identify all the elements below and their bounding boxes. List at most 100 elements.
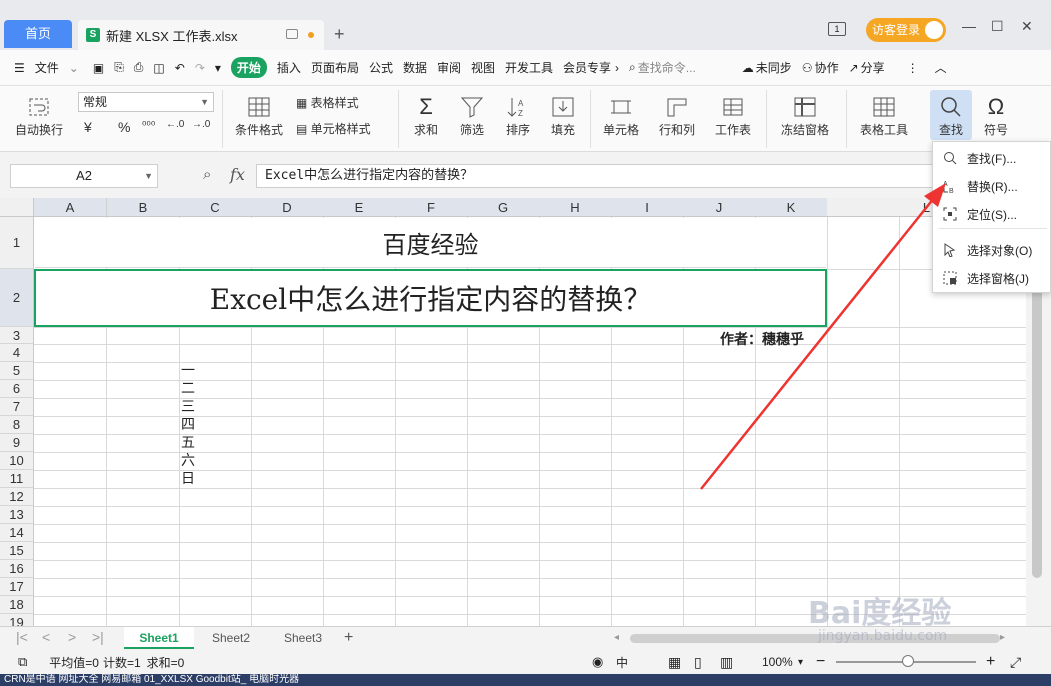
row-header-12[interactable]: 12 (0, 488, 34, 506)
row-header-16[interactable]: 16 (0, 560, 34, 578)
column-header-h[interactable]: H (539, 198, 612, 217)
next-sheet-icon[interactable]: > (68, 629, 76, 645)
row-header-4[interactable]: 4 (0, 344, 34, 362)
menu-item-locate[interactable]: 定位(S)... (933, 200, 1051, 228)
menu-item-find[interactable]: 查找(F)... (933, 144, 1051, 172)
add-sheet-button[interactable]: + (344, 629, 353, 647)
row-header-11[interactable]: 11 (0, 470, 34, 488)
function-icon[interactable]: fx (230, 165, 245, 184)
zoom-chevron-icon[interactable]: ▾ (798, 657, 803, 668)
zoom-out-button[interactable]: − (816, 653, 825, 671)
minimize-button[interactable]: — (962, 18, 976, 34)
row-header-7[interactable]: 7 (0, 398, 34, 416)
menu-file[interactable]: 文件 (35, 59, 59, 76)
command-search-input[interactable]: 查找命令... (638, 59, 728, 76)
input-mode[interactable]: 中 (616, 654, 628, 671)
wrap-text-button[interactable]: 自动换行 (10, 96, 68, 138)
page-layout-view-icon[interactable]: ▯ (694, 654, 702, 671)
sheet-tab-2[interactable]: Sheet2 (198, 627, 264, 649)
row-header-2[interactable]: 2 (0, 269, 34, 327)
redo-icon[interactable]: ↷ (195, 61, 205, 75)
cell-c9[interactable]: 五 (181, 434, 195, 452)
row-header-17[interactable]: 17 (0, 578, 34, 596)
scroll-right-icon[interactable]: ▸ (1000, 632, 1005, 643)
column-header-e[interactable]: E (323, 198, 396, 217)
tab-home[interactable]: 首页 (4, 20, 72, 48)
chevron-down-icon[interactable]: ⌄ (69, 61, 79, 75)
sum-button[interactable]: Σ 求和 (408, 96, 444, 138)
menu-item-select-pane[interactable]: 选择窗格(J) (933, 264, 1051, 292)
close-button[interactable]: ✕ (1021, 18, 1033, 35)
preview-icon[interactable]: ◫ (153, 61, 164, 75)
cell-c5[interactable]: 一 (181, 362, 195, 380)
row-header-18[interactable]: 18 (0, 596, 34, 614)
symbol-button[interactable]: Ω 符号 (978, 96, 1014, 138)
column-header-j[interactable]: J (683, 198, 756, 217)
cell-c11[interactable]: 日 (181, 470, 195, 488)
menu-formula[interactable]: 公式 (369, 59, 393, 76)
column-header-d[interactable]: D (251, 198, 324, 217)
menu-item-select-object[interactable]: 选择对象(O) (933, 236, 1051, 264)
column-header-c[interactable]: C (179, 198, 252, 217)
column-header-i[interactable]: I (611, 198, 684, 217)
window-count-icon[interactable]: 1 (828, 22, 846, 36)
cell-author[interactable]: 作者：穗穗乎 (720, 329, 826, 349)
zoom-in-button[interactable]: + (986, 653, 995, 671)
percent-button[interactable]: % (118, 119, 130, 135)
menu-start[interactable]: 开始 (230, 57, 267, 78)
collapse-ribbon-icon[interactable]: ︿ (935, 59, 947, 76)
undo-icon[interactable]: ↶ (175, 61, 185, 75)
sheet-tab-3[interactable]: Sheet3 (270, 627, 336, 649)
print-icon[interactable]: ⎙ (134, 60, 144, 75)
cell-a2-question[interactable]: Excel中怎么进行指定内容的替换？ (34, 269, 827, 327)
row-header-1[interactable]: 1 (0, 217, 34, 269)
menu-item-replace[interactable]: AB 替换(R)... (933, 172, 1051, 200)
last-sheet-icon[interactable]: >| (92, 629, 104, 645)
row-header-14[interactable]: 14 (0, 524, 34, 542)
menu-member[interactable]: 会员专享 (563, 59, 611, 76)
spreadsheet-grid[interactable]: A B C D E F G H I J K L 1 2 3 4 5 6 7 8 9 10 11 12 13 14 15 16 17 18 1… (0, 198, 1026, 626)
export-icon[interactable]: ⎘ (114, 60, 124, 75)
formula-input[interactable]: Excel中怎么进行指定内容的替换？ (256, 164, 1046, 188)
name-box[interactable]: A2 ▼ (10, 164, 158, 188)
menu-view[interactable]: 视图 (471, 59, 495, 76)
row-header-9[interactable]: 9 (0, 434, 34, 452)
cell-style-button[interactable]: ▤ 单元格样式 (296, 120, 371, 137)
select-all-corner[interactable] (0, 198, 34, 217)
column-header-f[interactable]: F (395, 198, 468, 217)
more-icon[interactable]: ⋮ (907, 61, 919, 75)
zoom-formula-icon[interactable]: ⌕ (203, 166, 211, 183)
row-header-19[interactable]: 19 (0, 614, 34, 626)
thousands-button[interactable]: ⁰⁰⁰ (142, 119, 155, 132)
find-button[interactable]: 查找 (930, 90, 972, 140)
fill-button[interactable]: 填充 (545, 96, 581, 138)
freeze-panes-button[interactable]: 冻结窗格 (776, 96, 834, 138)
column-header-k[interactable]: K (755, 198, 828, 217)
tab-document[interactable]: S 新建 XLSX 工作表.xlsx (78, 20, 324, 50)
menu-review[interactable]: 审阅 (437, 59, 461, 76)
table-style-button[interactable]: ▦ 表格样式 (296, 94, 359, 111)
collab-button[interactable]: 协作 (815, 59, 839, 76)
new-tab-button[interactable]: + (334, 24, 345, 45)
row-col-button[interactable]: 行和列 (654, 96, 700, 138)
cell-a1-title[interactable]: 百度经验 (35, 218, 826, 268)
normal-view-icon[interactable]: ▦ (668, 654, 681, 671)
zoom-slider-knob[interactable] (902, 655, 914, 667)
save-icon[interactable]: ▣ (93, 61, 104, 75)
cell-c7[interactable]: 三 (181, 398, 195, 416)
number-format-select[interactable]: 常规 ▼ (78, 92, 214, 112)
row-header-5[interactable]: 5 (0, 362, 34, 380)
conditional-format-button[interactable]: 条件格式 (230, 96, 288, 138)
eye-protection-icon[interactable]: ◉ (592, 654, 603, 670)
menu-data[interactable]: 数据 (403, 59, 427, 76)
maximize-button[interactable]: ☐ (991, 18, 1004, 35)
scroll-left-icon[interactable]: ◂ (614, 632, 619, 643)
sync-status[interactable]: 未同步 (756, 59, 792, 76)
increase-decimal-button[interactable]: ←.0 (166, 119, 184, 130)
table-tools-button[interactable]: 表格工具 (854, 96, 914, 138)
row-header-15[interactable]: 15 (0, 542, 34, 560)
chevron-right-icon[interactable]: › (615, 61, 619, 75)
menu-insert[interactable]: 插入 (277, 59, 301, 76)
hamburger-icon[interactable]: ☰ (14, 61, 25, 75)
share-button[interactable]: 分享 (861, 59, 885, 76)
